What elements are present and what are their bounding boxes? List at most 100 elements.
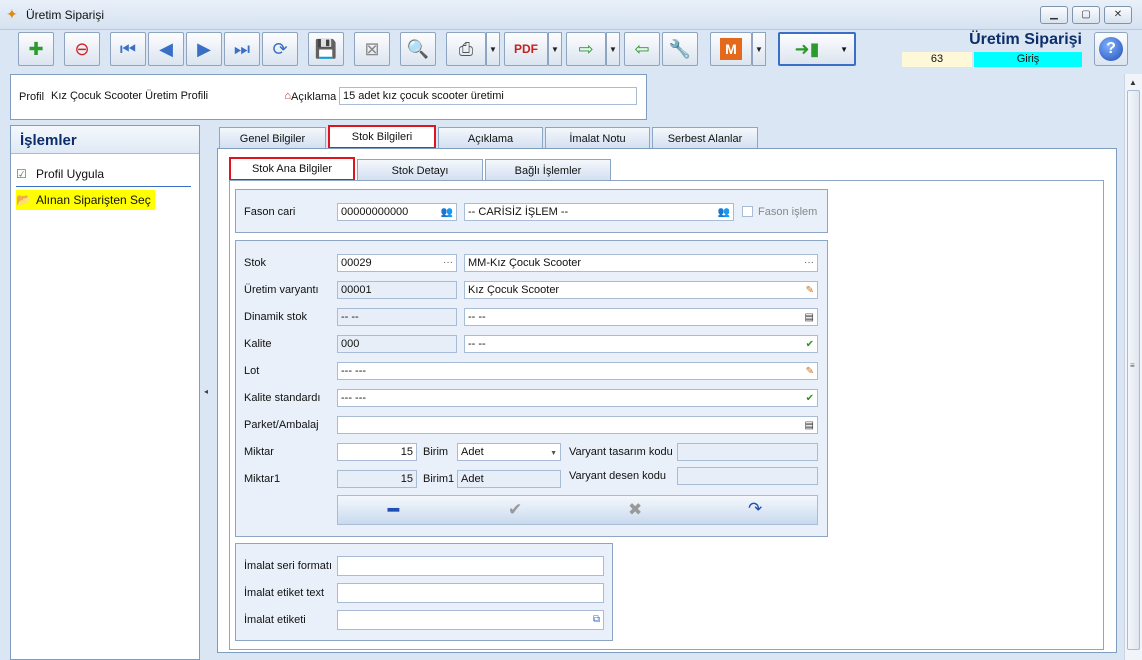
exit-button[interactable]: ➜▮ ▼ [778,32,856,66]
checklist-icon: ☑ [16,167,27,181]
sidebar-item-alinan-siparisten-sec[interactable]: 📂 Alınan Siparişten Seç [16,190,155,210]
ellipsis-icon[interactable]: ··· [443,255,453,271]
eraser-icon[interactable]: ✎ [806,364,814,379]
folder-icon: 📂 [16,193,31,207]
imalat-group: İmalat seri formatı İmalat etiket text İ… [235,543,613,641]
fason-islem-checkbox[interactable] [742,206,753,217]
cancel-save-button[interactable]: ⊠ [354,32,390,66]
print-dropdown[interactable]: ▼ [486,32,500,66]
birim1-input[interactable]: Adet [457,470,561,488]
first-record-button[interactable]: ⏮ [110,32,146,66]
barcode-icon[interactable]: ▤ [805,418,814,433]
refresh-button[interactable]: ⟳ [262,32,298,66]
kalite-code-input[interactable]: 000 [337,335,457,353]
aciklama-value: 15 adet kız çocuk scooter üretimi [343,90,504,102]
tab-genel-bilgiler[interactable]: Genel Bilgiler [219,127,326,149]
ellipsis-icon[interactable]: ··· [804,255,814,271]
tab-imalat-notu[interactable]: İmalat Notu [545,127,650,149]
collapse-arrow-icon[interactable]: ◂ [204,387,208,396]
vertical-scrollbar[interactable]: ▲ ≡ [1124,74,1142,660]
varyant-name-input[interactable]: Kız Çocuk Scooter ✎ [464,281,818,299]
tab-label: Serbest Alanlar [667,133,743,145]
people-icon[interactable]: 👥 [441,205,453,220]
tools-button[interactable]: 🔧 [662,32,698,66]
stok-name-input[interactable]: MM-Kız Çocuk Scooter ··· [464,254,818,272]
scroll-thumb[interactable]: ≡ [1127,90,1140,650]
import-icon: ⇦ [634,38,650,59]
dinamik-name-input[interactable]: -- -- ▤ [464,308,818,326]
birim-select[interactable]: Adet ▼ [457,443,561,461]
redo-icon[interactable]: ↷ [748,499,762,519]
check-icon[interactable]: ✔ [806,391,814,406]
m-module-dropdown[interactable]: ▼ [752,32,766,66]
imalat-etiket-text-input[interactable] [337,583,604,603]
lot-input[interactable]: --- --- ✎ [337,362,818,380]
tab-label: Bağlı İşlemler [514,165,582,177]
m-icon: M [720,38,742,60]
operations-panel: İşlemler ☑ Profil Uygula 📂 Alınan Sipari… [10,125,200,660]
export-button[interactable]: ⇨ [566,32,606,66]
new-record-button[interactable]: ✚ [18,32,54,66]
people-icon[interactable]: 👥 [718,205,730,220]
miktar-input[interactable]: 15 [337,443,417,461]
kalite-name-input[interactable]: -- -- ✔ [464,335,818,353]
save-button[interactable]: 💾 [308,32,344,66]
pdf-dropdown[interactable]: ▼ [548,32,562,66]
check-icon[interactable]: ✔ [508,500,522,520]
varyant-tasarim-input[interactable] [677,443,818,461]
kalite-standardi-input[interactable]: --- --- ✔ [337,389,818,407]
dinamik-code-input[interactable]: -- -- [337,308,457,326]
delete-record-button[interactable]: ⊖ [64,32,100,66]
m-module-button[interactable]: M [710,32,752,66]
imalat-etiketi-input[interactable]: ⧉ [337,610,604,630]
exit-door-icon: ➜▮ [794,38,820,59]
aciklama-input[interactable]: 15 adet kız çocuk scooter üretimi [339,87,637,105]
previous-icon: ◀ [159,38,173,59]
stok-code-input[interactable]: 00029 ··· [337,254,457,272]
pdf-button[interactable]: PDF [504,32,548,66]
minus-icon[interactable]: ━ [388,500,399,521]
close-icon[interactable]: ✖ [628,500,642,520]
tab-stok-ana-bilgiler[interactable]: Stok Ana Bilgiler [229,157,355,181]
profile-picker-icon[interactable]: ⌂ [284,88,291,104]
close-button[interactable]: ✕ [1104,6,1132,24]
scroll-up-icon[interactable]: ▲ [1129,78,1137,87]
chevron-down-icon[interactable]: ▼ [550,446,557,460]
tab-bagli-islemler[interactable]: Bağlı İşlemler [485,159,611,181]
export-dropdown[interactable]: ▼ [606,32,620,66]
fason-cari-name-input[interactable]: -- CARİSİZ İŞLEM -- 👥 [464,203,734,221]
varyant-desen-input[interactable] [677,467,818,485]
imalat-seri-input[interactable] [337,556,604,576]
help-button[interactable]: ? [1094,32,1128,66]
title-bar: ✦ Üretim Siparişi ▁ ▢ ✕ [0,0,1142,30]
sidebar-item-profil-uygula[interactable]: ☑ Profil Uygula [16,164,104,184]
print-button[interactable]: ⎙ [446,32,486,66]
parket-label: Parket/Ambalaj [244,419,319,431]
last-record-button[interactable]: ⏭ [224,32,260,66]
lot-label: Lot [244,365,260,377]
kalite-label: Kalite [244,338,272,350]
panel-splitter[interactable]: ◂ [200,125,216,660]
exit-dropdown-icon: ▼ [840,44,848,54]
parket-input[interactable]: ▤ [337,416,818,434]
fason-cari-code-input[interactable]: 00000000000 👥 [337,203,457,221]
preview-icon: 🔍 [406,38,430,59]
varyant-code-input[interactable]: 00001 [337,281,457,299]
minimize-button[interactable]: ▁ [1040,6,1068,24]
tab-serbest-alanlar[interactable]: Serbest Alanlar [652,127,758,149]
preview-button[interactable]: 🔍 [400,32,436,66]
pdf-icon: PDF [514,42,538,56]
maximize-button[interactable]: ▢ [1072,6,1100,24]
previous-record-button[interactable]: ◀ [148,32,184,66]
tab-aciklama[interactable]: Açıklama [438,127,543,149]
profil-input[interactable]: Kız Çocuk Scooter Üretim Profili ⌂ [47,87,295,105]
label-picker-icon[interactable]: ⧉ [593,612,600,628]
import-button[interactable]: ⇦ [624,32,660,66]
eraser-icon[interactable]: ✎ [806,283,814,298]
miktar1-input[interactable]: 15 [337,470,417,488]
tab-stok-bilgileri[interactable]: Stok Bilgileri [328,125,436,149]
next-record-button[interactable]: ▶ [186,32,222,66]
barcode-icon[interactable]: ▤ [805,310,814,325]
tab-stok-detayi[interactable]: Stok Detayı [357,159,483,181]
check-icon[interactable]: ✔ [806,337,814,352]
